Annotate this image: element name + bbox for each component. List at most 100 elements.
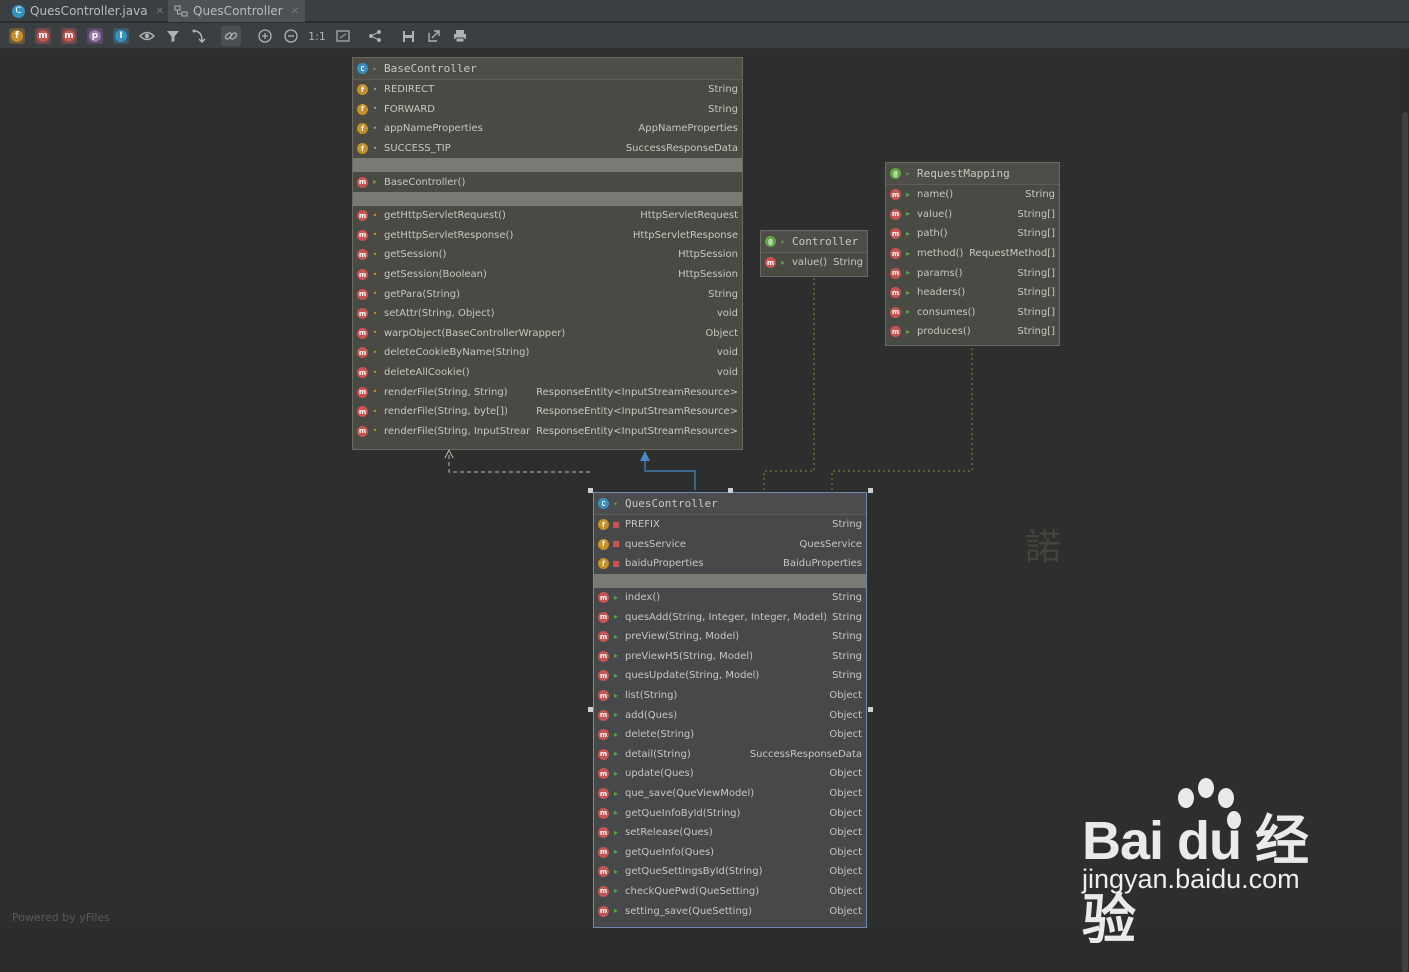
method-icon: m <box>890 228 901 240</box>
field-row[interactable]: f ■ quesService QuesService <box>594 535 866 555</box>
method-row[interactable]: m ▸ value() String[] <box>886 205 1059 225</box>
actual-size-icon[interactable]: 1:1 <box>307 26 327 46</box>
field-row[interactable]: f ■ baiduProperties BaiduProperties <box>594 554 866 574</box>
tab-ques-controller-diagram[interactable]: QuesController ✕ <box>168 0 306 22</box>
node-title: QuesController <box>625 497 718 510</box>
field-row[interactable]: f • appNameProperties AppNameProperties <box>353 119 742 139</box>
field-icon: f <box>357 84 368 96</box>
method-row[interactable]: m ▸ getQueInfo(Ques) Object <box>594 843 866 863</box>
method-row[interactable]: m ▸ params() String[] <box>886 263 1059 283</box>
member-type: SuccessResponseData <box>625 143 738 155</box>
method-row[interactable]: m ▸ produces() String[] <box>886 322 1059 342</box>
method-row[interactable]: m ▸ quesAdd(String, Integer, Integer, Mode… <box>594 607 866 627</box>
member-name: renderFile(String, String) <box>384 386 508 398</box>
tab-ques-controller-java[interactable]: C QuesController.java ✕ <box>6 0 170 22</box>
selection-handle[interactable] <box>868 488 873 493</box>
public-icon: ▸ <box>780 257 785 267</box>
fields-filter-icon[interactable]: f <box>7 26 27 46</box>
method-row[interactable]: m ▸ que_save(QueViewModel) Object <box>594 784 866 804</box>
methods-filter-icon[interactable]: m <box>59 26 79 46</box>
zoom-in-icon[interactable] <box>255 26 275 46</box>
selection-handle[interactable] <box>868 707 873 712</box>
method-row[interactable]: m ▸ list(String) Object <box>594 686 866 706</box>
link-icon[interactable] <box>221 26 241 46</box>
field-row[interactable]: f • SUCCESS_TIP SuccessResponseData <box>353 139 742 159</box>
selection-handle[interactable] <box>588 707 593 712</box>
class-c-icon: C <box>12 4 25 18</box>
method-row[interactable]: m • getPara(String) String <box>353 284 742 304</box>
member-name: quesService <box>625 538 687 550</box>
method-row[interactable]: m ▸ add(Ques) Object <box>594 705 866 725</box>
method-row[interactable]: m • getSession(Boolean) HttpSession <box>353 265 742 285</box>
fit-content-icon[interactable] <box>333 26 353 46</box>
method-row[interactable]: m ▸ update(Ques) Object <box>594 764 866 784</box>
controller-annotation-node[interactable]: @ ▸ Controller m ▸ value() String <box>760 230 868 277</box>
method-row[interactable]: m ▸ getQueSettingsById(String) Object <box>594 862 866 882</box>
node-header: @ ▸ RequestMapping <box>886 163 1059 185</box>
public-icon: ▸ <box>613 612 618 622</box>
method-row[interactable]: m ▸ setRelease(Ques) Object <box>594 823 866 843</box>
method-row[interactable]: m • renderFile(String, InputStream) Respons… <box>353 422 742 442</box>
field-row[interactable]: f • REDIRECT String <box>353 80 742 100</box>
method-row[interactable]: m • deleteAllCookie() void <box>353 363 742 383</box>
method-row[interactable]: m ▸ preViewH5(String, Model) String <box>594 647 866 667</box>
field-row[interactable]: f • FORWARD String <box>353 100 742 120</box>
method-icon: m <box>598 611 609 623</box>
field-icon: f <box>357 123 368 135</box>
method-row[interactable]: m • getHttpServletRequest() HttpServletRequ… <box>353 206 742 226</box>
method-row[interactable]: m ▸ name() String <box>886 185 1059 205</box>
method-row[interactable]: m • setAttr(String, Object) void <box>353 304 742 324</box>
selection-handle[interactable] <box>728 488 733 493</box>
scrollbar-thumb[interactable] <box>1402 112 1408 972</box>
properties-filter-icon[interactable]: p <box>85 26 105 46</box>
constructors-filter-icon[interactable]: m <box>33 26 53 46</box>
vertical-scrollbar[interactable] <box>1401 50 1409 972</box>
public-icon: ▸ <box>613 866 618 876</box>
visibility-eye-icon[interactable] <box>137 26 157 46</box>
method-row[interactable]: m ▸ preView(String, Model) String <box>594 627 866 647</box>
dependencies-icon[interactable] <box>189 26 209 46</box>
method-row[interactable]: m ▸ method() RequestMethod[] <box>886 244 1059 264</box>
method-row[interactable]: m • getSession() HttpSession <box>353 245 742 265</box>
method-row[interactable]: m ▸ quesUpdate(String, Model) String <box>594 666 866 686</box>
export-icon[interactable] <box>424 26 444 46</box>
layout-icon[interactable] <box>365 26 385 46</box>
member-name: getQueInfoById(String) <box>625 807 741 819</box>
member-name: REDIRECT <box>384 84 435 96</box>
public-icon: ▸ <box>905 168 911 178</box>
print-icon[interactable] <box>450 26 470 46</box>
requestmapping-annotation-node[interactable]: @ ▸ RequestMapping m ▸ name() String m ▸ value… <box>885 162 1060 346</box>
method-icon: m <box>890 326 901 338</box>
ques-controller-node[interactable]: C ▸ QuesController f ■ PREFIX String f ■ quesS… <box>593 492 867 928</box>
method-row[interactable]: m ▸ path() String[] <box>886 224 1059 244</box>
filter-funnel-icon[interactable] <box>163 26 183 46</box>
close-icon[interactable]: ✕ <box>156 6 164 17</box>
member-type: String <box>833 257 863 269</box>
zoom-out-icon[interactable] <box>281 26 301 46</box>
method-row[interactable]: m ▸ index() String <box>594 588 866 608</box>
base-controller-node[interactable]: C ▸ BaseController f • REDIRECT String f • FOR… <box>352 57 743 450</box>
method-row[interactable]: m ▸ headers() String[] <box>886 283 1059 303</box>
protected-icon: • <box>372 289 378 299</box>
method-row[interactable]: m ▸ checkQuePwd(QueSetting) Object <box>594 882 866 902</box>
method-row[interactable]: m ▸ getQueInfoById(String) Object <box>594 803 866 823</box>
method-row[interactable]: m ▸ BaseController() <box>353 172 742 192</box>
method-row[interactable]: m ▸ delete(String) Object <box>594 725 866 745</box>
method-row[interactable]: m • deleteCookieByName(String) void <box>353 343 742 363</box>
inner-classes-filter-icon[interactable]: I <box>111 26 131 46</box>
method-row[interactable]: m ▸ setting_save(QueSetting) Object <box>594 901 866 921</box>
selection-handle[interactable] <box>588 488 593 493</box>
field-row[interactable]: f ■ PREFIX String <box>594 515 866 535</box>
method-row[interactable]: m • warpObject(BaseControllerWrapper) Objec… <box>353 324 742 344</box>
close-icon[interactable]: ✕ <box>291 6 299 17</box>
method-row[interactable]: m • renderFile(String, byte[]) ResponseEnti… <box>353 402 742 422</box>
method-row[interactable]: m • getHttpServletResponse() HttpServletRes… <box>353 226 742 246</box>
method-row[interactable]: m ▸ value() String <box>761 253 867 273</box>
save-icon[interactable] <box>398 26 418 46</box>
public-icon: ▸ <box>905 189 910 199</box>
method-row[interactable]: m ▸ consumes() String[] <box>886 303 1059 323</box>
method-row[interactable]: m • renderFile(String, String) ResponseEnti… <box>353 382 742 402</box>
method-icon: m <box>357 176 368 188</box>
private-icon: ■ <box>612 539 620 549</box>
method-row[interactable]: m ▸ detail(String) SuccessResponseData <box>594 745 866 765</box>
